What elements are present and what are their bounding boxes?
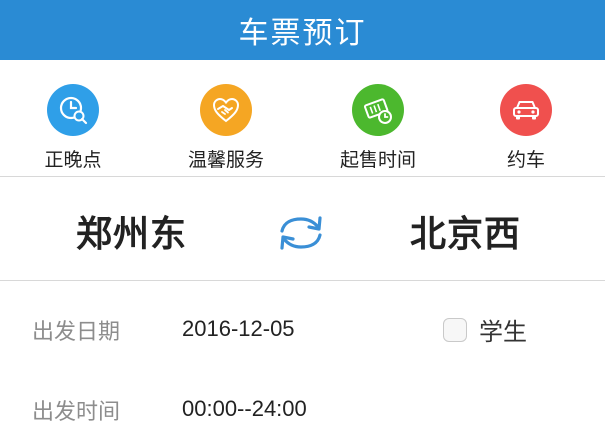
departure-date-value[interactable]: 2016-12-05 bbox=[182, 316, 295, 342]
quick-link-sale-time[interactable]: 起售时间 bbox=[318, 84, 438, 172]
departure-time-row: 出发时间 00:00--24:00 bbox=[0, 376, 605, 446]
page-title: 车票预订 bbox=[238, 16, 367, 51]
quick-link-label: 起售时间 bbox=[339, 149, 416, 171]
departure-date-label: 出发日期 bbox=[32, 320, 121, 345]
quick-link-service[interactable]: 温馨服务 bbox=[166, 84, 286, 172]
clock-search-icon bbox=[47, 84, 99, 136]
departure-date-row: 出发日期 2016-12-05 学生 bbox=[0, 296, 605, 366]
quick-link-late-status[interactable]: 正晚点 bbox=[13, 84, 133, 172]
departure-time-value[interactable]: 00:00--24:00 bbox=[182, 396, 307, 422]
quick-link-label: 温馨服务 bbox=[187, 149, 264, 171]
quick-link-label: 正晚点 bbox=[44, 149, 102, 171]
handshake-heart-icon bbox=[200, 84, 252, 136]
quick-link-label: 约车 bbox=[506, 149, 545, 171]
header-bar: 车票预订 bbox=[0, 0, 605, 60]
ticket-booking-screen: 车票预订 正晚点 温馨服务 起售时间 约车 郑州东 北京西 出发日期 2016-… bbox=[0, 0, 605, 448]
swap-stations-button[interactable] bbox=[276, 213, 326, 253]
ticket-clock-icon bbox=[352, 84, 404, 136]
from-station[interactable]: 郑州东 bbox=[76, 205, 187, 257]
car-icon bbox=[500, 84, 552, 136]
route-selector: 郑州东 北京西 bbox=[0, 177, 605, 281]
quick-links-bar: 正晚点 温馨服务 起售时间 约车 bbox=[0, 60, 605, 177]
departure-time-label: 出发时间 bbox=[32, 400, 121, 425]
swap-arrows-icon bbox=[280, 216, 322, 250]
to-station[interactable]: 北京西 bbox=[410, 205, 521, 257]
student-toggle[interactable]: 学生 bbox=[443, 312, 527, 347]
student-checkbox[interactable] bbox=[443, 317, 467, 342]
quick-link-car[interactable]: 约车 bbox=[466, 84, 586, 172]
student-label: 学生 bbox=[479, 318, 527, 346]
